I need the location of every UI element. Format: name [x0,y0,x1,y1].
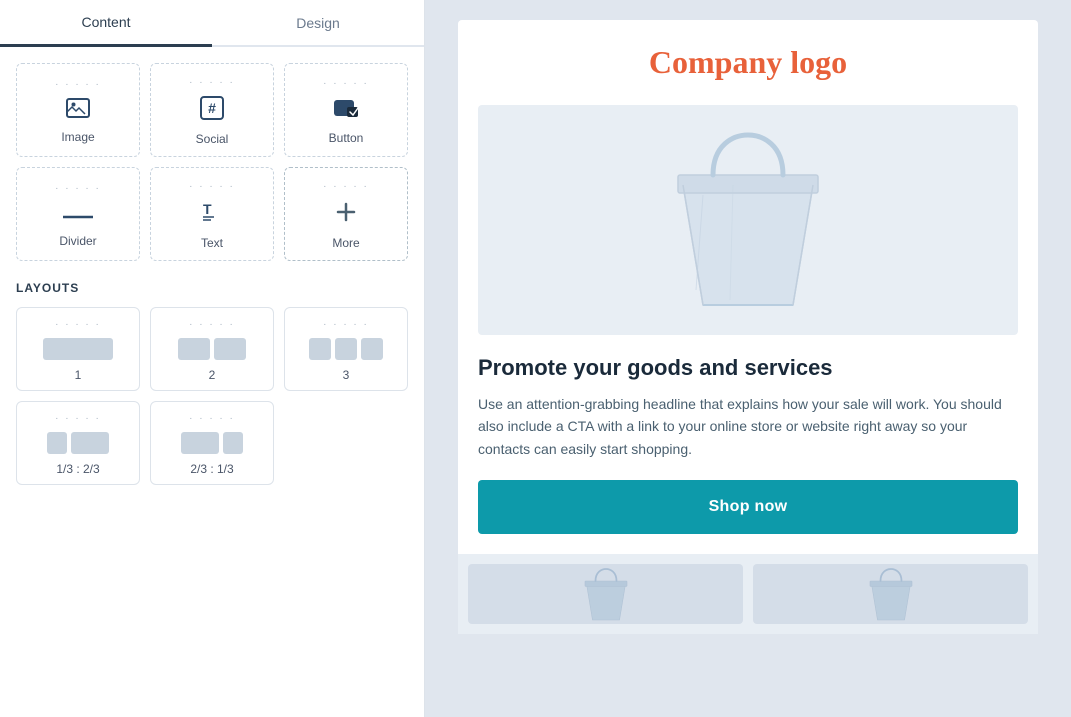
promo-text: Use an attention-grabbing headline that … [478,393,1018,460]
social-icon: # [200,96,224,126]
layout-dots-3: · · · · · [323,320,369,330]
button-icon [333,97,359,125]
promo-headline: Promote your goods and services [478,355,1018,381]
layout-label-1-3: 1/3 : 2/3 [56,462,99,476]
layout-item-2[interactable]: · · · · · 2 [150,307,274,391]
layout-preview-2 [159,338,265,360]
col-third-1 [309,338,331,360]
footer-bag-right [753,564,1028,624]
left-panel: Content Design · · · · · Image · · · · [0,0,425,717]
col-half-1 [178,338,210,360]
layout-label-2: 2 [209,368,216,382]
col-1-3-side [223,432,243,454]
text-icon: T [200,200,224,230]
layout-label-2-3: 2/3 : 1/3 [190,462,233,476]
layout-preview-2-3 [159,432,265,454]
col-1-3 [47,432,67,454]
layouts-grid-row2: · · · · · 1/3 : 2/3 · · · · · 2/3 : 1/3 [16,401,408,485]
dots-text: · · · · · [189,182,235,192]
shop-now-button[interactable]: Shop now [478,480,1018,534]
component-social[interactable]: · · · · · # Social [150,63,274,157]
col-2-3 [71,432,109,454]
footer-bag-left [468,564,743,624]
layout-dots-1-3: · · · · · [55,414,101,424]
col-third-3 [361,338,383,360]
email-footer-strip [458,554,1038,634]
layout-dots-2: · · · · · [189,320,235,330]
dots-image: · · · · · [55,80,101,90]
product-image-area [478,105,1018,335]
component-text-label: Text [201,236,223,250]
more-icon [334,200,358,230]
panel-body: · · · · · Image · · · · · # [0,47,424,501]
svg-text:#: # [208,100,216,116]
layout-preview-1-3 [25,432,131,454]
components-grid: · · · · · Image · · · · · # [16,63,408,261]
email-preview: Company logo [458,20,1038,634]
email-body: Promote your goods and services Use an a… [458,105,1038,554]
layout-item-3[interactable]: · · · · · 3 [284,307,408,391]
component-text[interactable]: · · · · · T Text [150,167,274,261]
col-single [43,338,113,360]
component-social-label: Social [196,132,229,146]
svg-text:T: T [203,201,212,217]
layouts-section: LAYOUTS · · · · · 1 · · · · · [16,281,408,485]
email-header: Company logo [458,20,1038,105]
layout-item-1[interactable]: · · · · · 1 [16,307,140,391]
tab-content[interactable]: Content [0,0,212,47]
col-half-2 [214,338,246,360]
component-button-label: Button [329,131,364,145]
layout-dots-2-3: · · · · · [189,414,235,424]
footer-bag-right-icon [861,564,921,624]
component-image[interactable]: · · · · · Image [16,63,140,157]
dots-more: · · · · · [323,182,369,192]
dots-divider: · · · · · [55,184,101,194]
layout-label-1: 1 [75,368,82,382]
component-divider[interactable]: · · · · · Divider [16,167,140,261]
component-divider-label: Divider [59,234,96,248]
component-more[interactable]: · · · · · More [284,167,408,261]
dots-social: · · · · · [189,78,235,88]
divider-icon [63,202,93,228]
component-more-label: More [332,236,359,250]
col-third-2 [335,338,357,360]
layout-label-3: 3 [343,368,350,382]
tab-design[interactable]: Design [212,0,424,45]
layout-item-2-3-1-3[interactable]: · · · · · 2/3 : 1/3 [150,401,274,485]
company-logo: Company logo [478,44,1018,81]
dots-button: · · · · · [323,79,369,89]
layouts-grid: · · · · · 1 · · · · · 2 [16,307,408,391]
layout-item-1-3-2-3[interactable]: · · · · · 1/3 : 2/3 [16,401,140,485]
right-panel: Company logo [425,0,1071,717]
tabs-bar: Content Design [0,0,424,47]
component-image-label: Image [61,130,94,144]
col-2-3-main [181,432,219,454]
layout-preview-3 [293,338,399,360]
image-icon [66,98,90,124]
footer-bag-left-icon [576,564,636,624]
layout-dots-1: · · · · · [55,320,101,330]
layout-preview-1 [25,338,131,360]
component-button[interactable]: · · · · · Button [284,63,408,157]
layouts-title: LAYOUTS [16,281,408,295]
shopping-bag-illustration [648,115,848,325]
